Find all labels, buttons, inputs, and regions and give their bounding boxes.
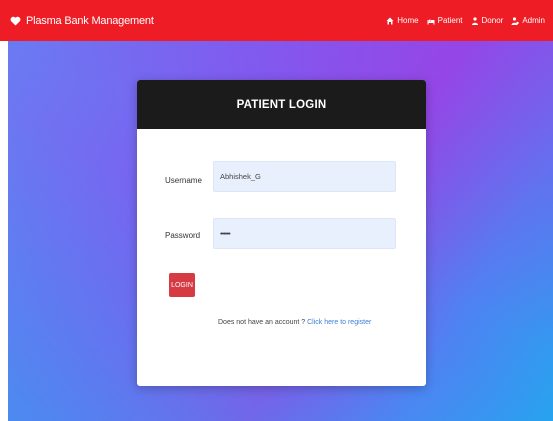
login-button[interactable]: LOGIN [169,273,195,297]
brand-title: Plasma Bank Management [26,14,154,27]
top-navbar: Plasma Bank Management Home Patient Dono… [0,0,553,41]
username-input[interactable]: Abhishek_G [213,161,396,192]
brand[interactable]: Plasma Bank Management [10,15,154,27]
card-title: PATIENT LOGIN [236,98,327,111]
nav-links: Home Patient Donor Admin [386,16,545,25]
admin-icon [511,16,520,25]
donor-icon [471,16,478,25]
password-input[interactable]: •••••• [213,218,396,249]
nav-home[interactable]: Home [386,16,419,25]
nav-patient-label: Patient [437,16,463,25]
home-icon [386,17,394,24]
register-prompt: Does not have an account ? [218,319,306,326]
card-header: PATIENT LOGIN [137,80,426,129]
username-label: Username [165,176,202,185]
nav-admin[interactable]: Admin [511,16,545,25]
heart-icon [10,16,21,26]
nav-admin-label: Admin [522,16,545,25]
patient-icon [427,19,435,24]
password-label: Password [165,231,201,240]
nav-donor-label: Donor [481,16,504,25]
register-line: Does not have an account ? Click here to… [218,319,371,326]
nav-donor[interactable]: Donor [471,16,504,25]
nav-patient[interactable]: Patient [427,16,463,25]
login-card: PATIENT LOGIN Username Abhishek_G Passwo… [137,80,426,386]
register-link[interactable]: Click here to register [307,319,371,326]
nav-home-label: Home [397,16,419,25]
